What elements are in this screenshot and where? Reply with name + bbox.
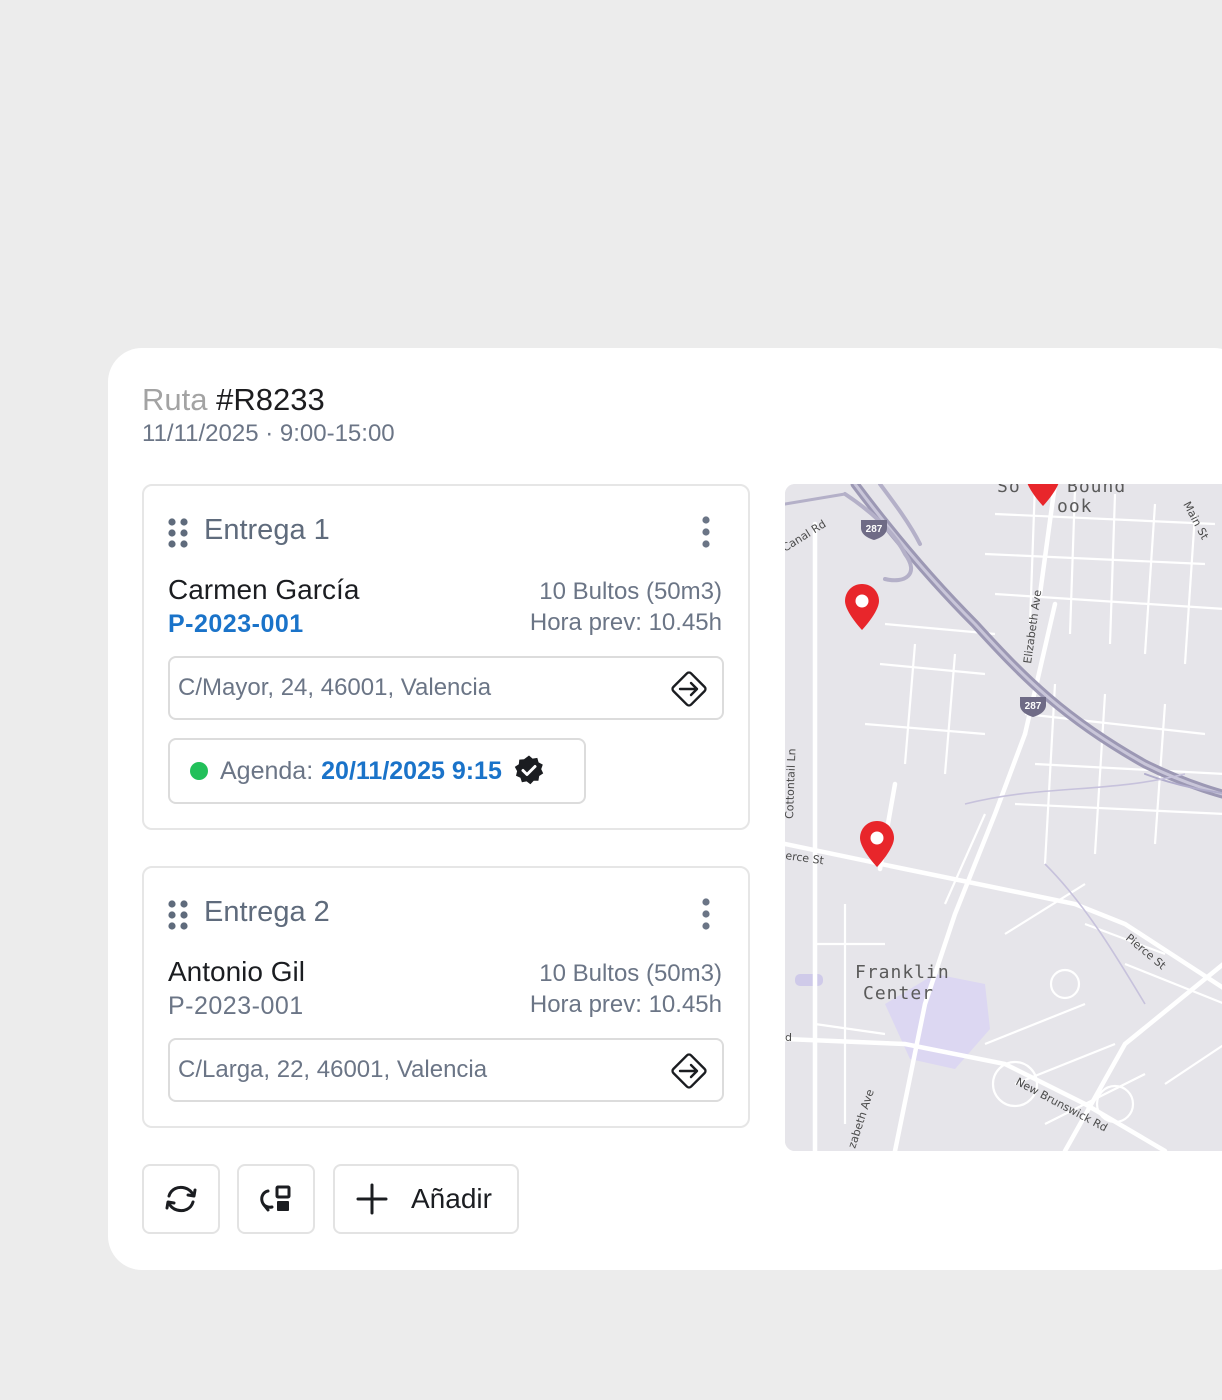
verified-badge-icon (514, 755, 544, 785)
map-canvas: 287 287 Canal Rd Main St Elizabeth Ave z… (785, 484, 1222, 1151)
order-code: P-2023-001 (168, 992, 304, 1020)
address-text: C/Mayor, 24, 46001, Valencia (178, 674, 492, 701)
estimated-time: Hora prev: 10.45h (529, 991, 722, 1018)
delivery-card-2: Entrega 2 Antonio Gil P-2023-001 10 Bult… (142, 866, 750, 1128)
agenda-badge: Agenda: 20/11/2025 9:15 (168, 738, 586, 804)
address-field[interactable]: C/Mayor, 24, 46001, Valencia (168, 656, 724, 720)
client-name: Carmen García (168, 574, 360, 605)
route-title: Ruta #R8233 (142, 382, 325, 418)
route-panel: Ruta #R8233 11/11/2025 · 9:00-15:00 Entr… (108, 348, 1222, 1270)
add-delivery-button[interactable]: Añadir (333, 1164, 519, 1234)
route-map[interactable]: 287 287 Canal Rd Main St Elizabeth Ave z… (785, 484, 1222, 1151)
add-button-label: Añadir (411, 1183, 492, 1214)
package-count: 10 Bultos (50m3) (539, 960, 722, 987)
status-dot (190, 762, 208, 780)
agenda-label: Agenda: (220, 756, 314, 785)
map-label-south-bound-3: ook (1057, 496, 1093, 517)
route-schedule: 11/11/2025 · 9:00-15:00 (142, 420, 395, 447)
route-id: #R8233 (216, 382, 325, 417)
map-label-center: Center (863, 983, 934, 1004)
map-label-franklin: Franklin (855, 962, 950, 983)
delivery-card-1: Entrega 1 Carmen García P-2023-001 10 Bu… (142, 484, 750, 830)
svg-text:287: 287 (1025, 701, 1042, 712)
map-label-south-bound-1: So (997, 484, 1021, 497)
plus-icon (356, 1183, 388, 1215)
delivery-info: 10 Bultos (50m3) Hora prev: 10.45h (530, 958, 722, 1020)
more-options-icon[interactable] (700, 898, 712, 930)
delivery-info: 10 Bultos (50m3) Hora prev: 10.45h (530, 576, 722, 638)
route-label: Ruta (142, 382, 208, 417)
svg-text:287: 287 (866, 524, 883, 535)
order-code-link[interactable]: P-2023-001 (168, 610, 304, 639)
address-text: C/Larga, 22, 46001, Valencia (178, 1056, 488, 1083)
client-name: Antonio Gil (168, 956, 305, 987)
map-label-edge: d (785, 1031, 792, 1044)
layout-icon (260, 1185, 291, 1212)
agenda-datetime[interactable]: 20/11/2025 9:15 (321, 757, 502, 786)
refresh-button[interactable] (142, 1164, 220, 1234)
navigate-icon[interactable] (668, 1050, 710, 1092)
estimated-time: Hora prev: 10.45h (529, 609, 722, 636)
refresh-icon (165, 1185, 197, 1213)
drag-handle-icon[interactable] (168, 900, 188, 930)
pond-area (795, 974, 823, 986)
delivery-title: Entrega 2 (204, 896, 330, 928)
address-field[interactable]: C/Larga, 22, 46001, Valencia (168, 1038, 724, 1102)
navigate-icon[interactable] (668, 668, 710, 710)
more-options-icon[interactable] (700, 516, 712, 548)
drag-handle-icon[interactable] (168, 518, 188, 548)
package-count: 10 Bultos (50m3) (539, 578, 722, 605)
delivery-title: Entrega 1 (204, 514, 330, 546)
view-layout-button[interactable] (237, 1164, 315, 1234)
